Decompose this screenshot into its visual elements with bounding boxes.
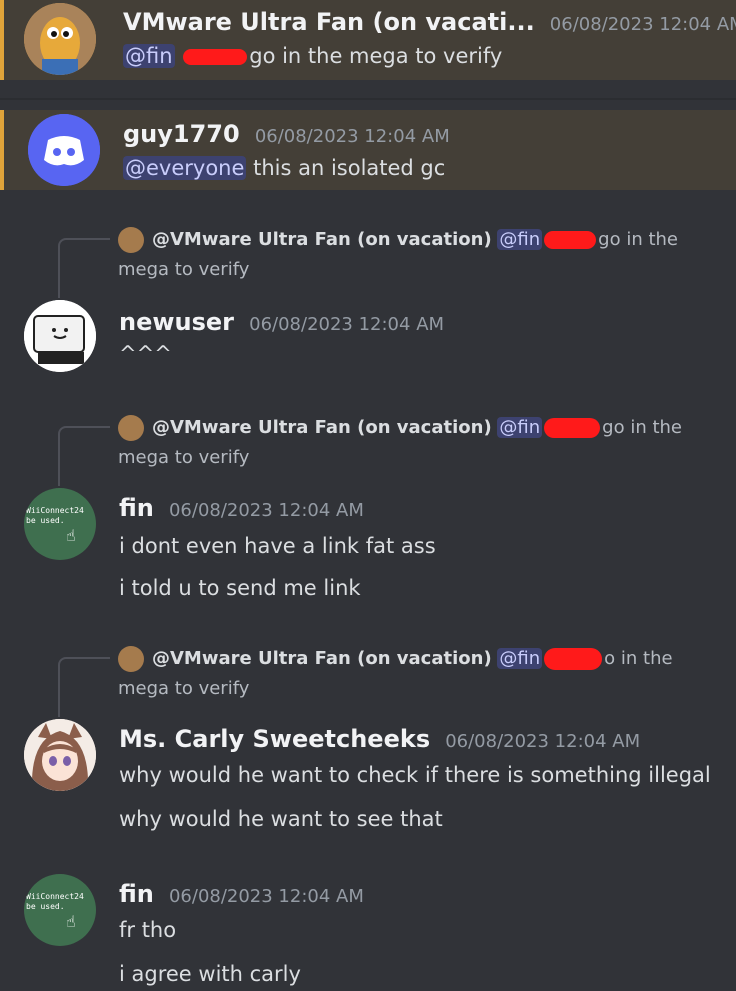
avatar[interactable]: WiiConnect24 be used. ☝ <box>24 488 96 560</box>
reply-text-line2: mega to verify <box>118 447 250 468</box>
timestamp: 06/08/2023 12:04 AM <box>549 14 736 35</box>
reply-avatar <box>118 415 144 441</box>
username[interactable]: fin <box>119 494 154 522</box>
avatar-text: be used. <box>26 902 65 911</box>
avatar[interactable] <box>24 3 96 75</box>
cursor-hand-icon: ☝ <box>66 526 76 545</box>
message-text: i told u to send me link <box>119 576 361 600</box>
reply-preview[interactable]: @VMware Ultra Fan (on vacation) @fin go i… <box>118 413 682 473</box>
mention[interactable]: @fin <box>497 229 543 250</box>
reply-avatar <box>118 227 144 253</box>
reply-text-line2: mega to verify <box>118 678 250 699</box>
message-text: why would he want to check if there is s… <box>119 763 711 787</box>
reply-text: o in the <box>604 648 673 669</box>
mention[interactable]: @fin <box>497 648 543 669</box>
avatar[interactable] <box>24 300 96 372</box>
reply-text-line2: mega to verify <box>118 259 250 280</box>
reply-spine <box>58 238 110 298</box>
reply-preview[interactable]: @VMware Ultra Fan (on vacation) @fin o in… <box>118 644 673 704</box>
message-newuser: @VMware Ultra Fan (on vacation) @fin go i… <box>0 222 736 382</box>
reply-spine <box>58 426 110 486</box>
message-fin-2: WiiConnect24 be used. ☝ fin 06/08/2023 1… <box>0 872 736 991</box>
reply-spine <box>58 657 110 717</box>
username[interactable]: guy1770 <box>123 120 240 148</box>
username[interactable]: fin <box>119 880 154 908</box>
redaction <box>544 418 601 438</box>
reply-text: go in the <box>602 417 682 438</box>
avatar-text: WiiConnect24 <box>26 506 84 515</box>
message-content: @everyone this an isolated gc <box>123 156 445 180</box>
message-text: i dont even have a link fat ass <box>119 534 436 558</box>
username[interactable]: VMware Ultra Fan (on vacati... <box>123 8 535 36</box>
message-carly: @VMware Ultra Fan (on vacation) @fin o in… <box>0 641 736 841</box>
reply-preview[interactable]: @VMware Ultra Fan (on vacation) @fin go i… <box>118 225 678 285</box>
timestamp: 06/08/2023 12:04 AM <box>445 731 641 752</box>
discord-logo-icon <box>28 114 100 186</box>
redaction <box>544 231 597 249</box>
redaction <box>183 49 248 65</box>
redaction <box>544 648 603 670</box>
message-vmware: VMware Ultra Fan (on vacati... 06/08/202… <box>0 0 736 80</box>
reply-author[interactable]: @VMware Ultra Fan (on vacation) <box>152 229 492 250</box>
avatar[interactable]: WiiConnect24 be used. ☝ <box>24 874 96 946</box>
message-text: i agree with carly <box>119 962 301 986</box>
reply-avatar <box>118 646 144 672</box>
avatar[interactable] <box>24 719 96 791</box>
avatar-text: be used. <box>26 516 65 525</box>
divider <box>0 98 736 100</box>
reply-author[interactable]: @VMware Ultra Fan (on vacation) <box>152 648 492 669</box>
message-text: this an isolated gc <box>246 156 446 180</box>
reply-text: go in the <box>598 229 678 250</box>
avatar[interactable] <box>28 114 100 186</box>
mention[interactable]: @fin <box>123 44 175 68</box>
timestamp: 06/08/2023 12:04 AM <box>168 886 364 907</box>
message-text: why would he want to see that <box>119 807 443 831</box>
reply-author[interactable]: @VMware Ultra Fan (on vacation) <box>152 417 492 438</box>
timestamp: 06/08/2023 12:04 AM <box>249 314 445 335</box>
message-text: ^^^ <box>119 342 172 366</box>
message-text: go in the mega to verify <box>249 44 503 68</box>
cursor-hand-icon: ☝ <box>66 912 76 931</box>
timestamp: 06/08/2023 12:04 AM <box>168 500 364 521</box>
timestamp: 06/08/2023 12:04 AM <box>254 126 450 147</box>
mention[interactable]: @fin <box>497 417 543 438</box>
message-fin: @VMware Ultra Fan (on vacation) @fin go i… <box>0 410 736 610</box>
message-text: fr tho <box>119 918 177 942</box>
username[interactable]: Ms. Carly Sweetcheeks <box>119 725 430 753</box>
mention[interactable]: @everyone <box>123 156 247 180</box>
message-guy1770: guy1770 06/08/2023 12:04 AM @everyone th… <box>0 110 736 190</box>
message-content: @fin go in the mega to verify <box>123 44 502 68</box>
username[interactable]: newuser <box>119 308 234 336</box>
avatar-text: WiiConnect24 <box>26 892 84 901</box>
